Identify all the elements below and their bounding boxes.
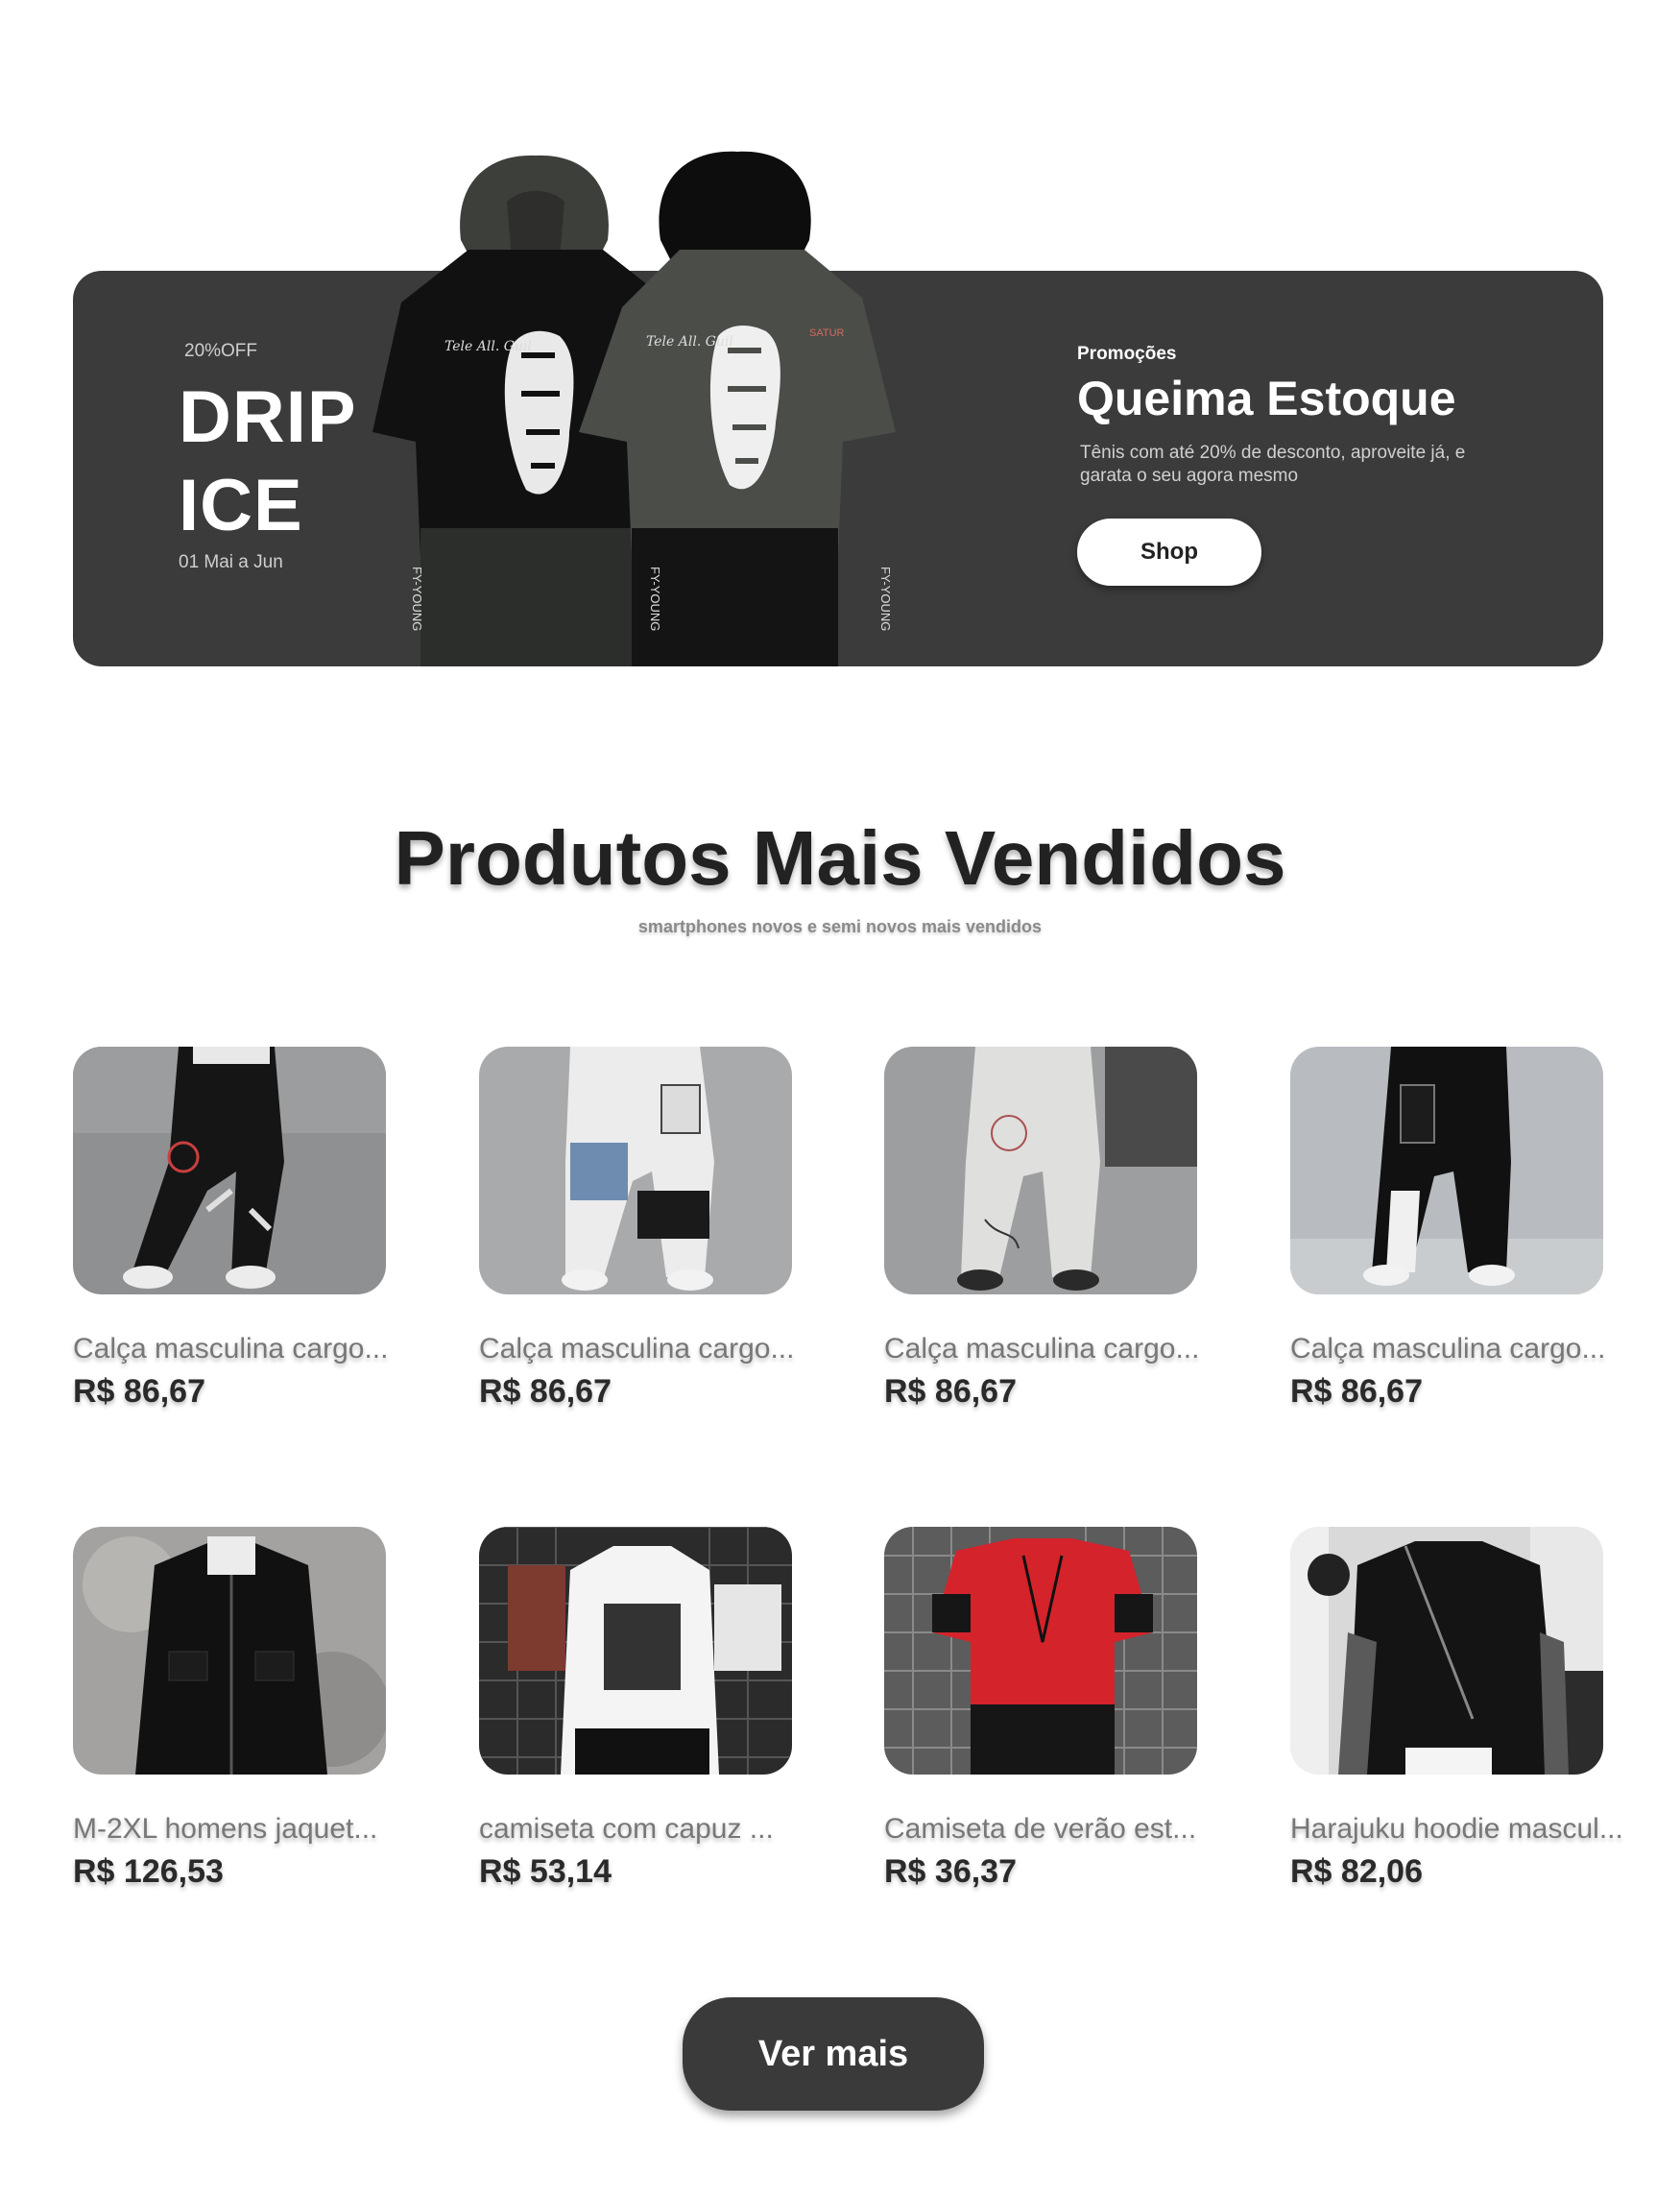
promo-description: Tênis com até 20% de desconto, aproveite… — [1080, 443, 1466, 486]
product-image[interactable] — [884, 1527, 1197, 1775]
product-card[interactable]: camiseta com capuz ... R$ 53,14 — [479, 1527, 796, 1891]
product-name[interactable]: Calça masculina cargo... — [479, 1333, 796, 1365]
product-name[interactable]: Calça masculina cargo... — [884, 1333, 1201, 1365]
product-name[interactable]: Calça masculina cargo... — [73, 1333, 390, 1365]
product-image[interactable] — [73, 1047, 386, 1294]
brand-name: DRIP ICE — [179, 374, 357, 550]
product-card[interactable]: Calça masculina cargo... R$ 86,67 — [1290, 1047, 1607, 1411]
section-subtitle: smartphones novos e semi novos mais vend… — [637, 917, 1043, 936]
product-image[interactable] — [73, 1527, 386, 1775]
product-name[interactable]: Harajuku hoodie mascul... — [1290, 1813, 1623, 1846]
product-card[interactable]: Harajuku hoodie mascul... R$ 82,06 — [1290, 1527, 1623, 1891]
product-price: R$ 53,14 — [479, 1853, 612, 1890]
banner-brand-block: 20%OFF DRIP ICE 01 Mai a Jun — [179, 341, 357, 573]
product-image[interactable] — [479, 1527, 792, 1775]
svg-text:SATUR: SATUR — [809, 327, 845, 339]
svg-text:FY-YOUNG: FY-YOUNG — [878, 567, 893, 631]
product-price: R$ 126,53 — [73, 1853, 224, 1890]
product-card[interactable]: Camiseta de verão est... R$ 36,37 — [884, 1527, 1201, 1891]
product-image[interactable] — [884, 1047, 1197, 1294]
product-image[interactable] — [479, 1047, 792, 1294]
promo-dates: 01 Mai a Jun — [179, 552, 283, 572]
promo-tag: Promoções — [1077, 344, 1177, 364]
product-price: R$ 82,06 — [1290, 1853, 1423, 1890]
product-card[interactable]: M-2XL homens jaquet... R$ 126,53 — [73, 1527, 390, 1891]
product-price: R$ 86,67 — [1290, 1373, 1423, 1410]
hero-hoodies-image: Tele All. Guil FY-YOUNG Tele All. Guil S… — [372, 151, 896, 666]
product-card[interactable]: Calça masculina cargo... R$ 86,67 — [884, 1047, 1201, 1411]
svg-text:Tele All. Guil: Tele All. Guil — [444, 339, 532, 354]
svg-text:Tele All. Guil: Tele All. Guil — [646, 334, 733, 350]
promo-title: Queima Estoque — [1077, 372, 1456, 425]
product-name[interactable]: camiseta com capuz ... — [479, 1813, 796, 1846]
product-name[interactable]: Calça masculina cargo... — [1290, 1333, 1607, 1365]
product-name[interactable]: M-2XL homens jaquet... — [73, 1813, 390, 1846]
banner-promo-block: Promoções Queima Estoque Tênis com até 2… — [1077, 344, 1576, 586]
product-price: R$ 86,67 — [73, 1373, 205, 1410]
see-more-button[interactable]: Ver mais — [683, 1997, 984, 2111]
product-image[interactable] — [1290, 1047, 1603, 1294]
brand-line-2: ICE — [179, 465, 303, 546]
product-image[interactable] — [1290, 1527, 1603, 1775]
shop-button[interactable]: Shop — [1077, 519, 1261, 586]
product-name[interactable]: Camiseta de verão est... — [884, 1813, 1201, 1846]
product-price: R$ 86,67 — [479, 1373, 612, 1410]
svg-text:FY-YOUNG: FY-YOUNG — [410, 567, 424, 631]
section-title: Produtos Mais Vendidos — [394, 815, 1286, 901]
product-price: R$ 36,37 — [884, 1853, 1017, 1890]
svg-text:FY-YOUNG: FY-YOUNG — [648, 567, 662, 631]
brand-line-1: DRIP — [179, 376, 357, 458]
product-card[interactable]: Calça masculina cargo... R$ 86,67 — [479, 1047, 796, 1411]
discount-label: 20%OFF — [184, 341, 258, 361]
product-price: R$ 86,67 — [884, 1373, 1017, 1410]
product-card[interactable]: Calça masculina cargo... R$ 86,67 — [73, 1047, 390, 1411]
